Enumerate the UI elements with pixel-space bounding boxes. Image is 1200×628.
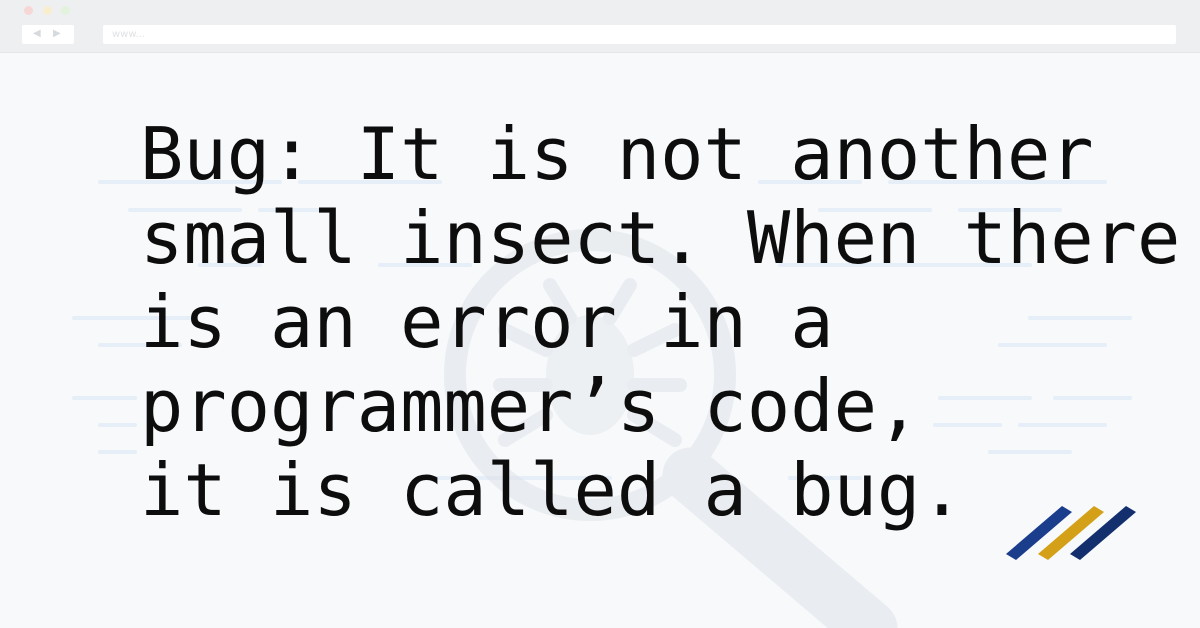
banner-page: ◀ ▶ www... Bug: It is not another small … — [0, 0, 1200, 628]
three-stripe-logo-icon — [1006, 506, 1136, 560]
logo-stripe-gold — [1038, 506, 1104, 560]
logo-stripe-navy — [1070, 506, 1136, 560]
quote-text: Bug: It is not another small insect. Whe… — [140, 112, 1181, 532]
logo-stripe-blue — [1006, 506, 1072, 560]
